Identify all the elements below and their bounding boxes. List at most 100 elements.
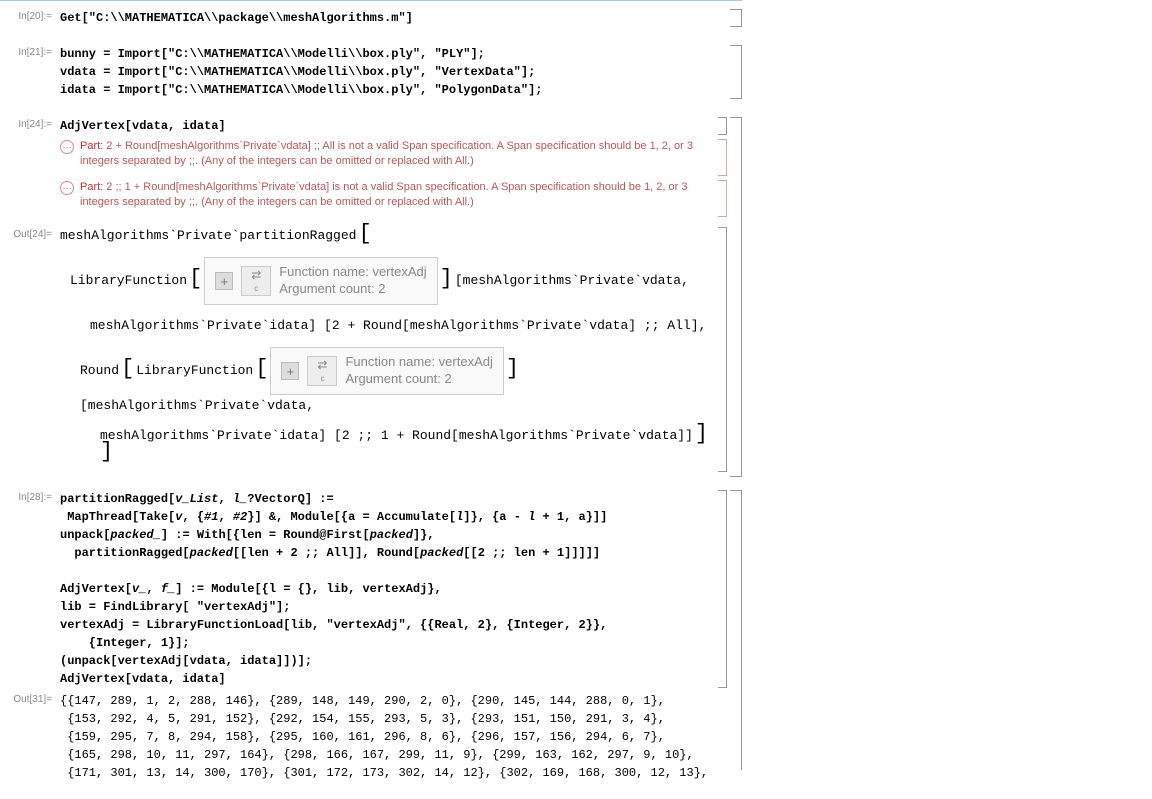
output-text: Round	[80, 362, 119, 380]
output-line: {{147, 289, 1, 2, 288, 146}, {289, 148, …	[60, 692, 718, 710]
cell-label: In[21]:=	[0, 45, 60, 99]
cell-bracket[interactable]	[730, 117, 742, 477]
error-tag: Part:	[80, 140, 103, 152]
cell-bracket[interactable]	[718, 227, 727, 473]
code-line: unpack[packed_] := With[{len = Round@Fir…	[60, 526, 718, 544]
output-line: meshAlgorithms`Private`idata] [2 + Round…	[60, 317, 718, 335]
error-message: ⋯ Part: 2 + Round[meshAlgorithms`Private…	[60, 139, 718, 170]
code-line	[60, 562, 718, 580]
library-meta: Function name: vertexAdj Argument count:…	[279, 264, 426, 298]
cell-bracket[interactable]	[718, 117, 727, 135]
output-text: [meshAlgorithms`Private`vdata,	[80, 397, 314, 415]
cell-code[interactable]: Get["C:\\MATHEMATICA\\package\\meshAlgor…	[60, 9, 730, 27]
cell-bracket[interactable]	[718, 180, 727, 217]
output-cell-31: Out[31]= {{147, 289, 1, 2, 288, 146}, {2…	[0, 692, 742, 782]
cell-bracket[interactable]	[730, 45, 742, 99]
function-name: Function name: vertexAdj	[345, 354, 492, 371]
input-cell-24[interactable]: In[24]:= AdjVertex[vdata, idata]	[0, 117, 742, 135]
error-icon[interactable]: ⋯	[60, 181, 74, 195]
cell-bracket[interactable]	[730, 9, 742, 27]
output-text: meshAlgorithms`Private`partitionRagged	[60, 227, 356, 245]
cell-code[interactable]: partitionRagged[v_List, l_?VectorQ] := M…	[60, 490, 718, 688]
cell-label: In[20]:=	[0, 9, 60, 27]
output-content[interactable]: meshAlgorithms`Private`partitionRagged[ …	[60, 227, 718, 473]
code-line: AdjVertex[v_, f_] := Module[{l = {}, lib…	[60, 580, 718, 598]
bracket-icon: ]	[440, 272, 453, 285]
input-cell-21[interactable]: In[21]:= bunny = Import["C:\\MATHEMATICA…	[0, 45, 742, 99]
bracket-icon: ]	[100, 445, 113, 458]
cell-code[interactable]: bunny = Import["C:\\MATHEMATICA\\Modelli…	[60, 45, 730, 99]
arrows-icon: ⇄	[251, 267, 261, 284]
bracket-icon: ]	[695, 427, 708, 440]
bracket-icon: [	[358, 227, 371, 240]
output-line: LibraryFunction[ + ⇄c Function name: ver…	[60, 257, 718, 305]
notebook-panel: In[20]:= Get["C:\\MATHEMATICA\\package\\…	[0, 0, 742, 790]
output-line: meshAlgorithms`Private`idata] [2 ;; 1 + …	[60, 427, 718, 460]
input-cell-28[interactable]: In[28]:= partitionRagged[v_List, l_?Vect…	[0, 490, 742, 688]
error-tag: Part:	[80, 181, 103, 193]
cell-bracket-group[interactable]	[718, 117, 730, 135]
output-line: {171, 301, 13, 14, 300, 170}, {301, 172,…	[60, 764, 718, 782]
output-line: Round[ LibraryFunction[ + ⇄c Function na…	[60, 347, 718, 415]
message-cell: ⋯ Part: 2 + Round[meshAlgorithms`Private…	[0, 139, 742, 176]
code-line: partitionRagged[v_List, l_?VectorQ] :=	[60, 490, 718, 508]
cell-bracket-group[interactable]	[730, 9, 742, 27]
output-cell-24: Out[24]= meshAlgorithms`Private`partitio…	[0, 227, 742, 473]
cell-content: ⋯ Part: 2 ;; 1 + Round[meshAlgorithms`Pr…	[60, 180, 718, 217]
library-icon: ⇄c	[307, 356, 337, 386]
message-cell: ⋯ Part: 2 ;; 1 + Round[meshAlgorithms`Pr…	[0, 180, 742, 217]
cell-bracket-group[interactable]	[718, 227, 730, 473]
arrows-icon: ⇄	[317, 357, 327, 374]
bracket-icon: [	[121, 362, 134, 375]
output-text: [meshAlgorithms`Private`vdata,	[455, 272, 689, 290]
output-content[interactable]: {{147, 289, 1, 2, 288, 146}, {289, 148, …	[60, 692, 718, 782]
error-icon[interactable]: ⋯	[60, 140, 74, 154]
argument-count: Argument count: 2	[279, 281, 426, 298]
code-line: Get["C:\\MATHEMATICA\\package\\meshAlgor…	[60, 9, 730, 27]
cell-bracket-group[interactable]	[730, 45, 742, 99]
library-function-summary[interactable]: + ⇄c Function name: vertexAdj Argument c…	[204, 257, 437, 305]
cell-label	[0, 180, 60, 217]
error-body: 2 + Round[meshAlgorithms`Private`vdata] …	[80, 140, 693, 167]
error-text: Part: 2 ;; 1 + Round[meshAlgorithms`Priv…	[80, 180, 718, 211]
output-text: meshAlgorithms`Private`idata] [2 + Round…	[90, 317, 706, 335]
error-message: ⋯ Part: 2 ;; 1 + Round[meshAlgorithms`Pr…	[60, 180, 718, 211]
code-line: AdjVertex[vdata, idata]	[60, 117, 718, 135]
c-label: c	[320, 373, 324, 384]
c-label: c	[254, 283, 258, 294]
expand-button[interactable]: +	[281, 362, 299, 380]
output-line: {165, 298, 10, 11, 297, 164}, {298, 166,…	[60, 746, 718, 764]
expand-button[interactable]: +	[215, 272, 233, 290]
library-function-summary[interactable]: + ⇄c Function name: vertexAdj Argument c…	[270, 347, 503, 395]
cell-code[interactable]: AdjVertex[vdata, idata]	[60, 117, 718, 135]
function-name: Function name: vertexAdj	[279, 264, 426, 281]
cell-group-bracket[interactable]	[730, 490, 742, 688]
output-text: LibraryFunction	[136, 362, 253, 380]
cell-bracket-group[interactable]	[718, 180, 730, 217]
code-line: (unpack[vertexAdj[vdata, idata]])];	[60, 652, 718, 670]
code-line: MapThread[Take[v, {#1, #2}] &, Module[{a…	[60, 508, 718, 526]
cell-group-bracket[interactable]	[730, 117, 742, 135]
output-text: meshAlgorithms`Private`idata] [2 ;; 1 + …	[100, 427, 693, 445]
code-line: bunny = Import["C:\\MATHEMATICA\\Modelli…	[60, 45, 730, 63]
cell-label: In[24]:=	[0, 117, 60, 135]
output-text: LibraryFunction	[70, 272, 187, 290]
code-line: AdjVertex[vdata, idata]	[60, 670, 718, 688]
code-line: {Integer, 1}];	[60, 634, 718, 652]
code-line: vdata = Import["C:\\MATHEMATICA\\Modelli…	[60, 63, 730, 81]
cell-label: In[28]:=	[0, 490, 60, 688]
cell-bracket-group[interactable]	[718, 490, 730, 688]
error-body: 2 ;; 1 + Round[meshAlgorithms`Private`vd…	[80, 181, 687, 208]
output-line: meshAlgorithms`Private`partitionRagged[	[60, 227, 718, 245]
cell-bracket[interactable]	[718, 490, 727, 688]
cell-label: Out[31]=	[0, 692, 60, 782]
cell-label	[0, 139, 60, 176]
cell-bracket[interactable]	[730, 490, 742, 770]
output-line: {159, 295, 7, 8, 294, 158}, {295, 160, 1…	[60, 728, 718, 746]
code-line: partitionRagged[packed[[len + 2 ;; All]]…	[60, 544, 718, 562]
cell-bracket[interactable]	[718, 139, 727, 176]
cell-bracket-group[interactable]	[718, 139, 730, 176]
input-cell-20[interactable]: In[20]:= Get["C:\\MATHEMATICA\\package\\…	[0, 9, 742, 27]
library-meta: Function name: vertexAdj Argument count:…	[345, 354, 492, 388]
error-text: Part: 2 + Round[meshAlgorithms`Private`v…	[80, 139, 718, 170]
